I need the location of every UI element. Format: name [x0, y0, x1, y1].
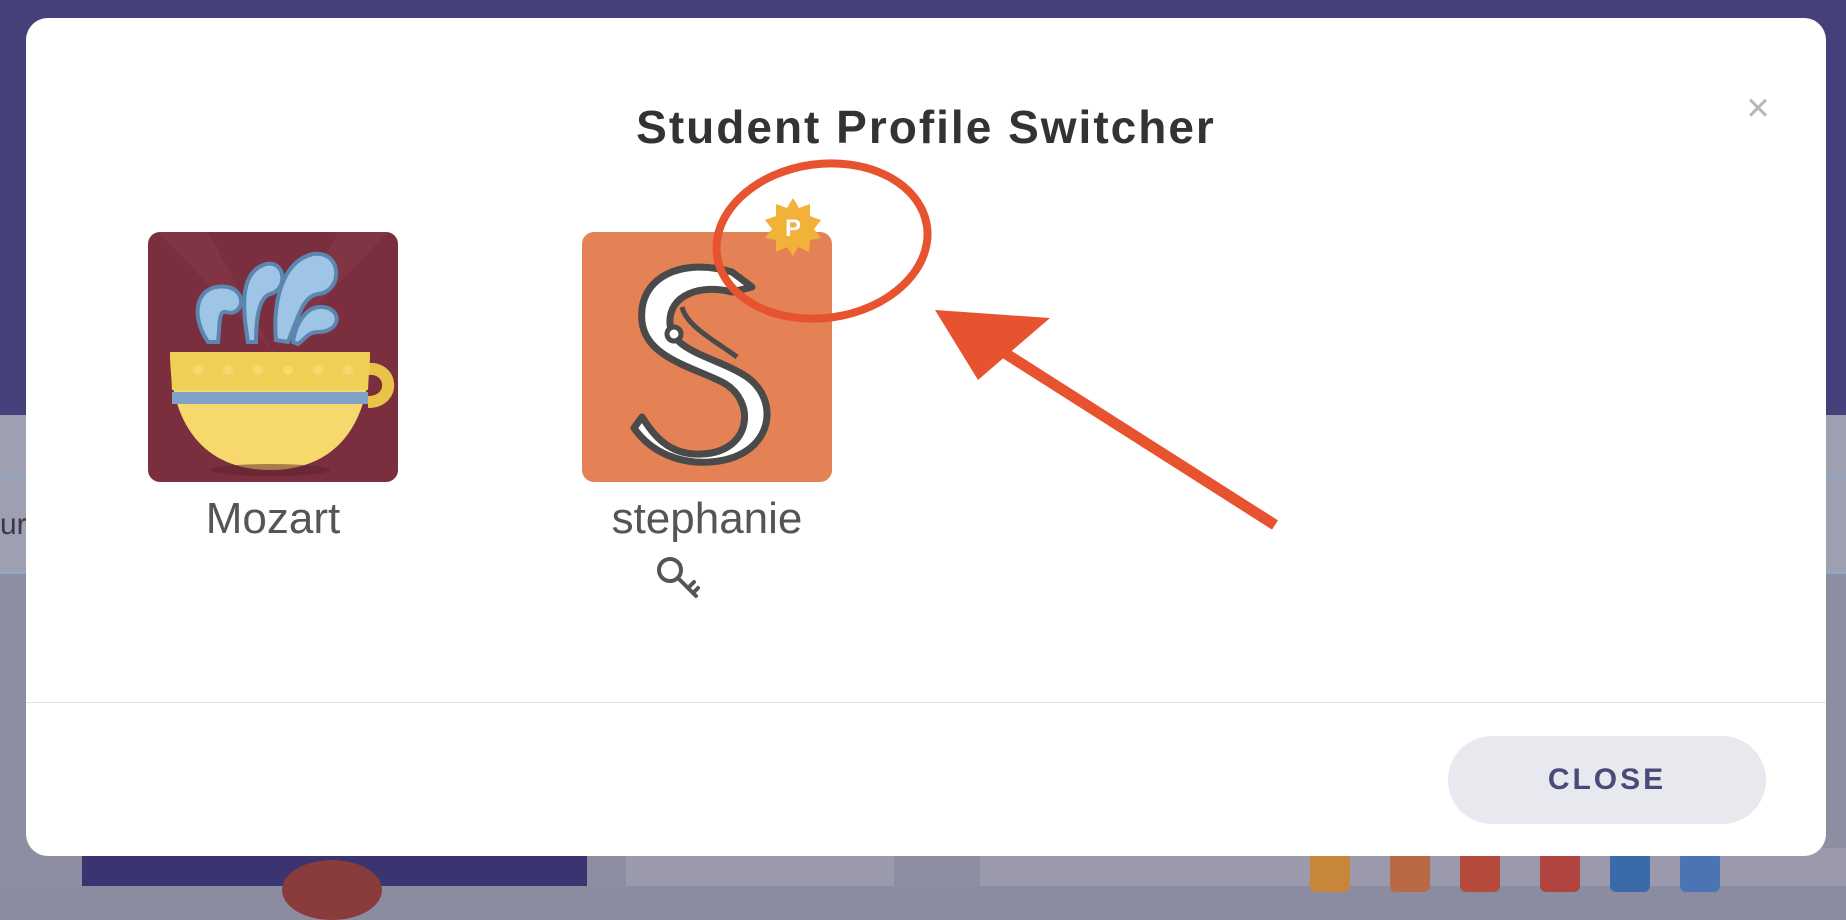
- background-book: [1680, 852, 1720, 892]
- profile-mozart[interactable]: Mozart: [148, 232, 398, 544]
- background-text: ur: [0, 508, 27, 541]
- profile-stephanie[interactable]: stephanie: [582, 232, 832, 544]
- modal-title: Student Profile Switcher: [636, 101, 1216, 153]
- close-button[interactable]: CLOSE: [1448, 736, 1766, 824]
- key-icon: [654, 554, 704, 604]
- modal-footer-divider: [26, 702, 1826, 703]
- close-icon[interactable]: ×: [1736, 86, 1780, 130]
- background-book: [1540, 852, 1580, 892]
- profile-switcher-modal: Student Profile Switcher × Mozart stepha…: [26, 18, 1826, 856]
- background-book: [1390, 852, 1430, 892]
- background-circle: [282, 860, 382, 920]
- letter-s-icon: [582, 232, 832, 482]
- background-book: [1610, 852, 1650, 892]
- premium-badge-icon: P: [762, 196, 824, 258]
- premium-badge-label: P: [785, 215, 801, 242]
- profile-name: stephanie: [611, 494, 803, 543]
- background-book: [1460, 852, 1500, 892]
- profile-name: Mozart: [205, 494, 341, 543]
- teacup-icon: [148, 232, 398, 482]
- background-book: [1310, 852, 1350, 892]
